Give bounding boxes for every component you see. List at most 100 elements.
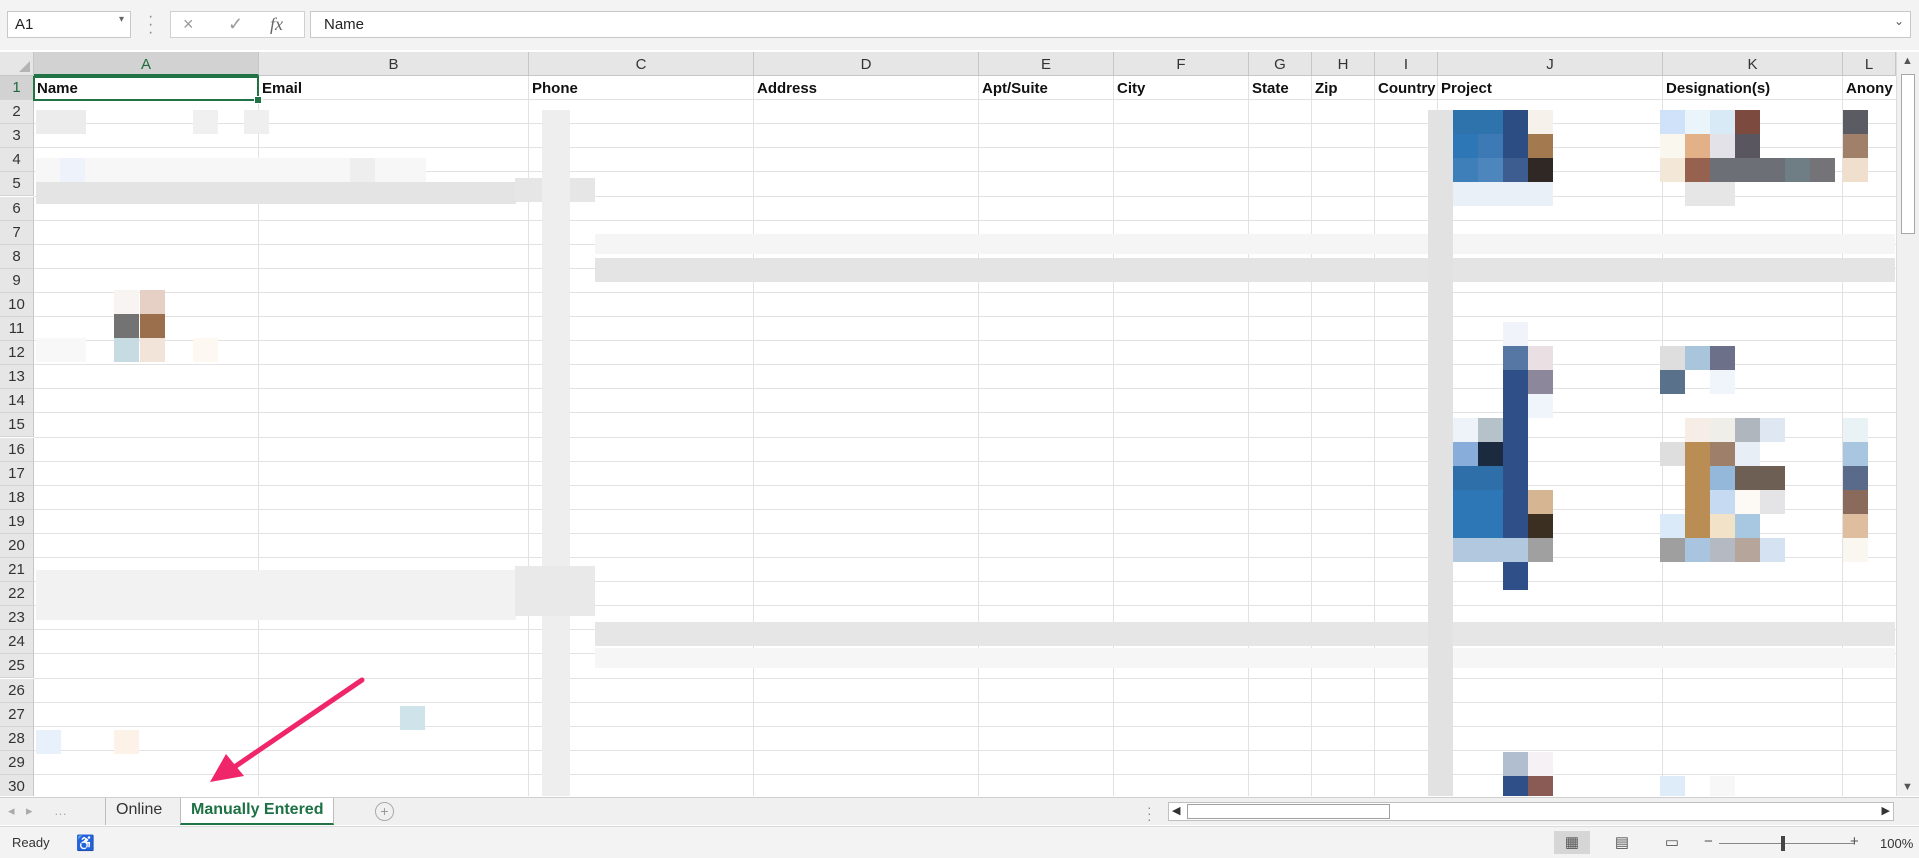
redacted-cell-block [36, 730, 61, 754]
redacted-cell-block [1710, 538, 1735, 562]
header-cell-g[interactable]: State [1249, 77, 1312, 100]
row-header-4[interactable]: 4 [0, 148, 34, 173]
column-header-k[interactable]: K [1663, 52, 1843, 76]
formula-input[interactable]: Name ⌄ [310, 11, 1911, 38]
redacted-cell-block [1760, 538, 1785, 562]
column-header-e[interactable]: E [979, 52, 1114, 76]
row-header-2[interactable]: 2 [0, 100, 34, 125]
row-header-1[interactable]: 1 [0, 76, 34, 101]
scroll-up-icon[interactable]: ▲ [1902, 55, 1913, 67]
row-header-19[interactable]: 19 [0, 509, 34, 534]
accessibility-icon[interactable]: ♿ [76, 834, 95, 852]
row-header-12[interactable]: 12 [0, 341, 34, 366]
vertical-scroll-thumb[interactable] [1901, 74, 1915, 234]
header-cell-j[interactable]: Project [1438, 77, 1663, 100]
column-header-j[interactable]: J [1438, 52, 1663, 76]
row-header-7[interactable]: 7 [0, 220, 34, 245]
header-cell-h[interactable]: Zip [1312, 77, 1375, 100]
scroll-right-icon[interactable]: ▶ [1882, 804, 1890, 817]
select-all-button[interactable] [0, 52, 34, 76]
name-box[interactable]: A1 ▾ [7, 11, 131, 38]
column-header-a[interactable]: A [34, 52, 259, 76]
insert-function-icon[interactable]: fx [270, 14, 283, 35]
row-header-15[interactable]: 15 [0, 413, 34, 438]
column-header-f[interactable]: F [1114, 52, 1249, 76]
row-header-22[interactable]: 22 [0, 582, 34, 607]
expand-formula-icon[interactable]: ⌄ [1894, 14, 1904, 28]
header-cell-b[interactable]: Email [259, 77, 529, 100]
header-cell-k[interactable]: Designation(s) [1663, 77, 1843, 100]
column-header-l[interactable]: L [1843, 52, 1896, 76]
vertical-scrollbar[interactable]: ▲ ▼ [1896, 52, 1919, 796]
sheet-tab-manually-entered[interactable]: Manually Entered [180, 798, 335, 825]
header-cell-i[interactable]: Country [1375, 77, 1438, 100]
redacted-cell-block [515, 566, 595, 616]
row-header-8[interactable]: 8 [0, 244, 34, 269]
column-header-h[interactable]: H [1312, 52, 1375, 76]
row-header-6[interactable]: 6 [0, 196, 34, 221]
enter-icon[interactable]: ✓ [228, 14, 243, 35]
row-header-20[interactable]: 20 [0, 533, 34, 558]
row-header-18[interactable]: 18 [0, 485, 34, 510]
row-header-14[interactable]: 14 [0, 389, 34, 414]
redacted-cell-block [1503, 322, 1528, 346]
row-header-29[interactable]: 29 [0, 750, 34, 775]
header-cell-e[interactable]: Apt/Suite [979, 77, 1114, 100]
redacted-cell-block [114, 314, 139, 338]
scroll-down-icon[interactable]: ▼ [1902, 781, 1913, 793]
row-header-9[interactable]: 9 [0, 268, 34, 293]
sheet-tabs-bar: ◂ ▸ … Online Manually Entered + · · · ◀ ▶ [0, 797, 1919, 826]
sheet-tab-online[interactable]: Online [105, 798, 172, 825]
column-header-i[interactable]: I [1375, 52, 1438, 76]
row-header-10[interactable]: 10 [0, 292, 34, 317]
scroll-left-icon[interactable]: ◀ [1172, 804, 1180, 817]
horizontal-scrollbar[interactable]: ◀ ▶ [1168, 802, 1894, 821]
row-header-30[interactable]: 30 [0, 774, 34, 796]
more-sheets-icon[interactable]: … [54, 803, 67, 818]
zoom-out-button[interactable]: − [1704, 833, 1713, 850]
row-header-3[interactable]: 3 [0, 124, 34, 149]
active-cell-outline[interactable] [33, 76, 262, 104]
header-cell-c[interactable]: Phone [529, 77, 754, 100]
prev-sheet-icon[interactable]: ◂ [8, 803, 15, 819]
row-header-5[interactable]: 5 [0, 172, 34, 197]
page-break-icon: ▭ [1664, 834, 1680, 851]
column-header-g[interactable]: G [1249, 52, 1312, 76]
row-header-11[interactable]: 11 [0, 317, 34, 342]
header-cell-d[interactable]: Address [754, 77, 979, 100]
normal-view-button[interactable]: ▦ [1554, 831, 1590, 854]
column-header-b[interactable]: B [259, 52, 529, 76]
row-header-21[interactable]: 21 [0, 558, 34, 583]
cancel-icon[interactable]: × [183, 14, 194, 35]
gridline [34, 364, 1896, 366]
next-sheet-icon[interactable]: ▸ [26, 803, 33, 819]
row-header-13[interactable]: 13 [0, 365, 34, 390]
zoom-level[interactable]: 100% [1880, 836, 1913, 851]
formula-bar-grip-icon: · · · [148, 8, 154, 41]
row-header-17[interactable]: 17 [0, 461, 34, 486]
column-header-d[interactable]: D [754, 52, 979, 76]
normal-view-icon: ▦ [1564, 834, 1580, 851]
row-header-28[interactable]: 28 [0, 726, 34, 751]
row-header-16[interactable]: 16 [0, 437, 34, 462]
zoom-slider-thumb[interactable] [1781, 836, 1785, 851]
column-header-c[interactable]: C [529, 52, 754, 76]
horizontal-scroll-thumb[interactable] [1187, 804, 1390, 819]
row-header-25[interactable]: 25 [0, 654, 34, 679]
header-cell-f[interactable]: City [1114, 77, 1249, 100]
row-header-24[interactable]: 24 [0, 630, 34, 655]
redacted-cell-block [60, 158, 85, 182]
row-header-27[interactable]: 27 [0, 702, 34, 727]
redacted-cell-block [1685, 134, 1710, 158]
redacted-cell-block [1660, 110, 1685, 134]
name-box-dropdown-icon[interactable]: ▾ [119, 14, 124, 25]
zoom-slider[interactable] [1719, 843, 1854, 844]
add-sheet-button[interactable]: + [375, 802, 394, 821]
page-layout-button[interactable]: ▤ [1604, 831, 1640, 854]
row-header-26[interactable]: 26 [0, 678, 34, 703]
row-header-23[interactable]: 23 [0, 606, 34, 631]
header-cell-l[interactable]: Anony [1843, 77, 1896, 100]
page-break-preview-button[interactable]: ▭ [1654, 831, 1690, 854]
zoom-in-button[interactable]: + [1850, 833, 1859, 850]
tab-splitter-icon[interactable]: · · · [1147, 800, 1152, 826]
